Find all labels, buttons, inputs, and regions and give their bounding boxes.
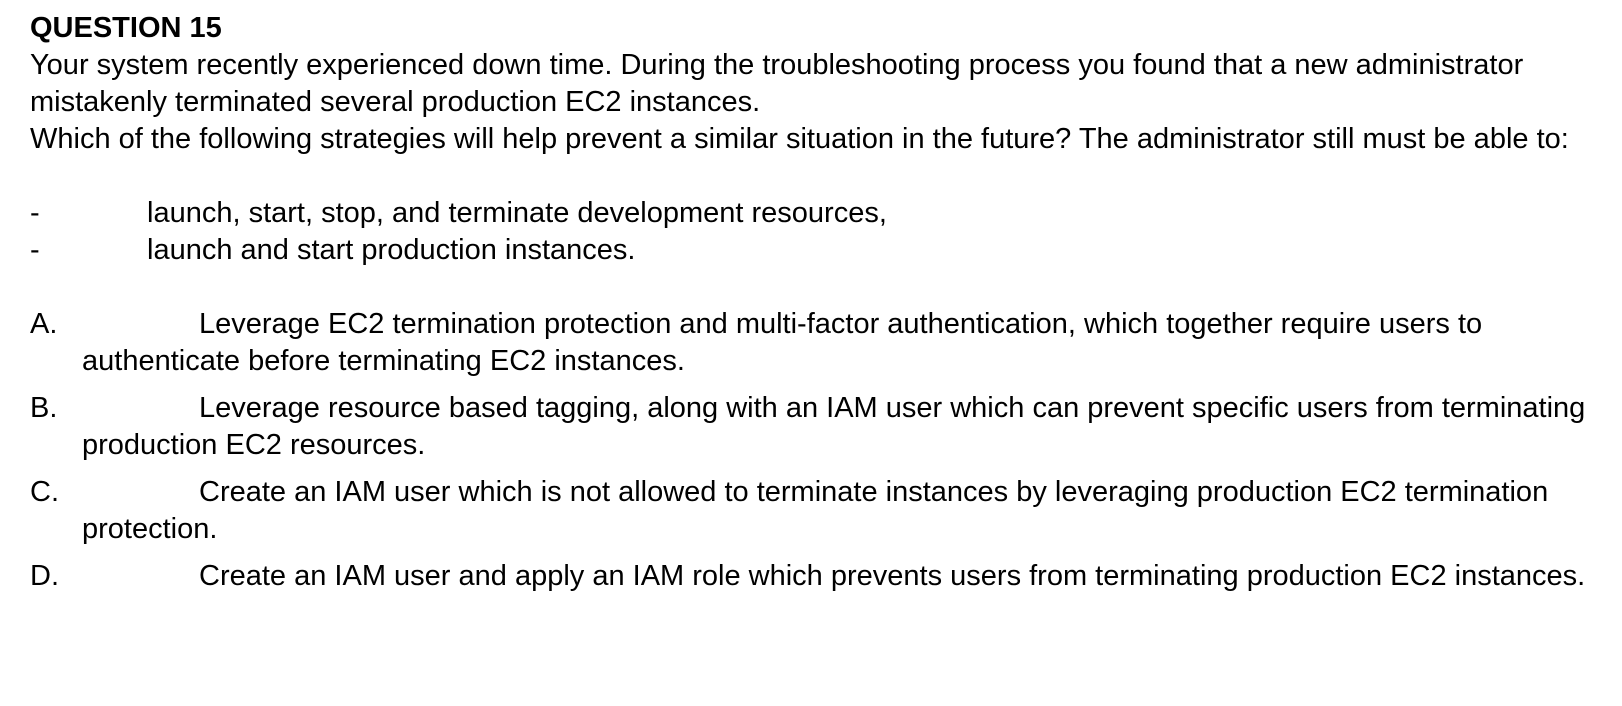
bullet-dash: - — [30, 197, 40, 229]
question-block: QUESTION 15 Your system recently experie… — [30, 10, 1605, 605]
requirement-item: - launch and start production instances. — [30, 232, 1605, 269]
option-d: D. Create an IAM user and apply an IAM r… — [30, 558, 1605, 595]
option-text: Create an IAM user which is not allowed … — [82, 476, 1549, 545]
option-letter: C. — [30, 476, 59, 508]
requirement-item: - launch, start, stop, and terminate dev… — [30, 195, 1605, 232]
question-title: QUESTION 15 — [30, 12, 222, 44]
option-letter: D. — [30, 560, 59, 592]
option-letter: B. — [30, 392, 58, 424]
bullet-dash: - — [30, 234, 40, 266]
option-letter: A. — [30, 308, 58, 340]
option-a: A. Leverage EC2 termination protection a… — [30, 306, 1605, 380]
option-b: B. Leverage resource based tagging, alon… — [30, 390, 1605, 464]
question-stem-paragraph-2: Which of the following strategies will h… — [30, 123, 1569, 155]
requirement-text: launch and start production instances. — [147, 234, 636, 266]
requirements-list: - launch, start, stop, and terminate dev… — [30, 195, 1605, 269]
option-text: Leverage resource based tagging, along w… — [82, 392, 1586, 461]
requirement-text: launch, start, stop, and terminate devel… — [147, 197, 887, 229]
answer-options: A. Leverage EC2 termination protection a… — [30, 306, 1605, 595]
option-text: Create an IAM user and apply an IAM role… — [199, 560, 1586, 592]
option-text: Leverage EC2 termination protection and … — [82, 308, 1483, 377]
question-stem-paragraph-1: Your system recently experienced down ti… — [30, 49, 1524, 118]
option-c: C. Create an IAM user which is not allow… — [30, 474, 1605, 548]
